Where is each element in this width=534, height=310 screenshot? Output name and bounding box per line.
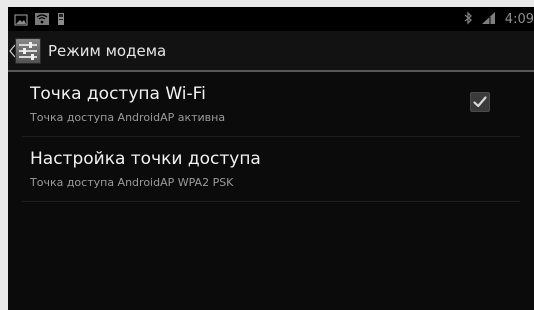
wifi-icon <box>34 11 50 30</box>
phone-screen: 4:09 Режим модема Точка доступа Wi-Fi То… <box>8 7 534 310</box>
settings-app-icon[interactable] <box>15 38 41 64</box>
item-subtitle: Точка доступа AndroidAP активна <box>30 111 226 124</box>
status-bar: 4:09 <box>8 7 534 31</box>
item-title: Точка доступа Wi-Fi <box>30 84 206 104</box>
status-left-icons <box>14 11 66 30</box>
list-item-hotspot-settings[interactable]: Настройка точки доступа Точка доступа An… <box>22 137 520 202</box>
item-subtitle: Точка доступа AndroidAP WPA2 PSK <box>30 176 234 189</box>
item-title: Настройка точки доступа <box>30 149 261 169</box>
check-icon <box>473 96 487 108</box>
status-time: 4:09 <box>504 12 534 27</box>
signal-icon <box>481 10 497 29</box>
action-bar-title: Режим модема <box>48 42 167 60</box>
list-item-wifi-hotspot[interactable]: Точка доступа Wi-Fi Точка доступа Androi… <box>22 72 520 137</box>
sd-card-icon <box>56 11 66 30</box>
hotspot-checkbox[interactable] <box>470 92 490 112</box>
preferences-list: Точка доступа Wi-Fi Точка доступа Androi… <box>8 72 534 202</box>
action-bar[interactable]: Режим модема <box>8 31 534 72</box>
bluetooth-icon <box>463 10 473 29</box>
image-icon <box>14 11 28 30</box>
status-right-icons: 4:09 <box>463 10 534 29</box>
